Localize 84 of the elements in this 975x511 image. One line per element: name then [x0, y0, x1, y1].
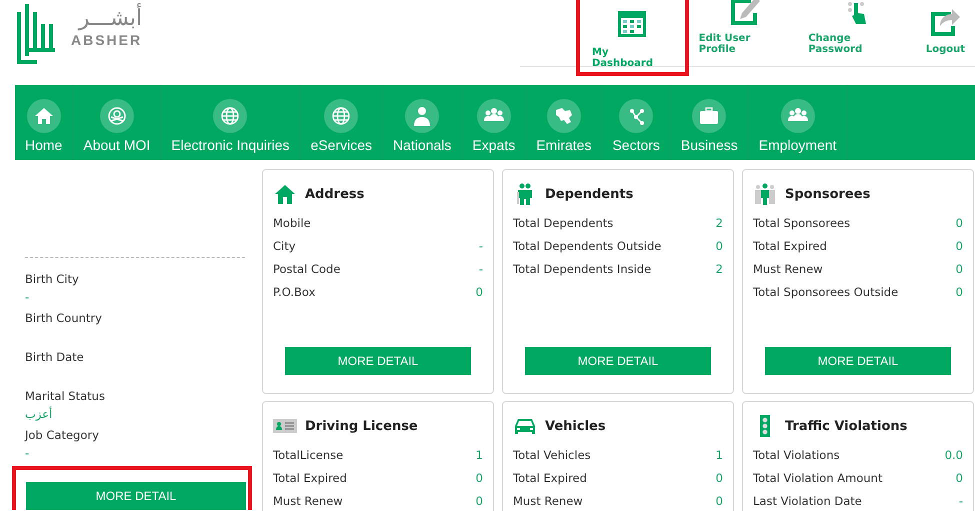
field-value: -: [25, 289, 30, 306]
nav-item[interactable]: Expats: [462, 85, 526, 160]
row-label: Total Expired: [273, 470, 347, 487]
nav-item[interactable]: Emirates: [526, 85, 602, 160]
row-label: Total Sponsorees Outside: [753, 284, 898, 301]
top-menu-link[interactable]: Change Password: [800, 0, 916, 66]
more-detail-button[interactable]: MORE DETAIL: [525, 347, 711, 375]
row-label: Total Expired: [753, 238, 827, 255]
globe-icon: [213, 99, 248, 133]
field-value: -: [25, 445, 30, 462]
home-icon: [26, 99, 61, 133]
row-value: 0: [716, 493, 723, 510]
top-menu-link[interactable]: My Dashboard: [576, 0, 689, 76]
row-label: Must Renew: [753, 261, 823, 278]
card-title: Sponsorees: [785, 186, 870, 202]
globe-icon: [324, 99, 358, 133]
top-menu-link[interactable]: Logout: [918, 4, 974, 66]
nav-item[interactable]: Electronic Inquiries: [161, 85, 301, 160]
row-value: -: [478, 238, 483, 255]
person-icon: [405, 99, 440, 133]
field-label: Birth Date: [25, 349, 85, 366]
row-label: Total Dependents Outside: [513, 238, 662, 255]
row-value: -: [478, 261, 483, 278]
row-label: Must Renew: [273, 493, 343, 510]
more-detail-button[interactable]: MORE DETAIL: [765, 347, 951, 375]
people-icon: [780, 99, 815, 133]
map-icon: [546, 99, 581, 133]
field-label: Marital Status: [25, 388, 106, 405]
row-label: Total Sponsorees: [753, 215, 850, 232]
field-value: أعزب: [25, 406, 54, 423]
row-value: 0: [956, 284, 963, 301]
row-value: 0: [476, 493, 483, 510]
emblem-icon: [100, 99, 134, 133]
row-label: Total Dependents: [513, 215, 614, 232]
field-label: Job Category: [25, 427, 100, 444]
row-label: TotalLicense: [273, 447, 344, 464]
logo-text: ABSHER: [71, 32, 142, 48]
row-value: 0: [956, 261, 963, 278]
briefcase-icon: [692, 99, 726, 133]
people-icon: [476, 99, 511, 133]
row-value: 2: [716, 215, 723, 232]
row-label: Total Expired: [513, 470, 587, 487]
row-value: 0: [716, 238, 723, 255]
row-value: 0: [956, 470, 963, 487]
row-label: P.O.Box: [273, 284, 316, 301]
row-label: Total Violation Amount: [753, 470, 882, 487]
row-value: 1: [476, 447, 483, 464]
people-icon: [753, 182, 777, 206]
nav-item[interactable]: Business: [670, 85, 749, 160]
nav-item[interactable]: Sectors: [602, 85, 671, 160]
network-icon: [619, 99, 654, 133]
row-value: 0.0: [944, 447, 963, 464]
row-value: 0: [476, 284, 483, 301]
row-value: -: [958, 493, 963, 510]
field-label: Birth City: [25, 271, 80, 288]
row-value: 0: [476, 470, 483, 487]
more-detail-button[interactable]: MORE DETAIL: [285, 347, 471, 375]
row-value: 1: [716, 447, 723, 464]
top-menu-link[interactable]: Edit User Profile: [690, 0, 798, 66]
row-label: Postal Code: [273, 261, 340, 278]
field-label: Birth Country: [25, 310, 103, 327]
nav-item[interactable]: Employment: [748, 85, 848, 160]
more-detail-button[interactable]: MORE DETAIL: [26, 482, 246, 510]
nav-item[interactable]: About MOI: [73, 85, 162, 160]
row-label: Total Violations: [753, 447, 840, 464]
card-title: Address: [305, 186, 364, 202]
row-value: 0: [956, 238, 963, 255]
card-title: Vehicles: [545, 418, 606, 434]
card-title: Driving License: [305, 418, 418, 434]
nav-item[interactable]: Nationals: [383, 85, 462, 160]
row-value: 2: [716, 261, 723, 278]
card-title: Dependents: [545, 186, 634, 202]
nav-item[interactable]: eServices: [300, 85, 384, 160]
row-value: 0: [716, 470, 723, 487]
row-label: Last Violation Date: [753, 493, 862, 510]
row-label: Mobile: [273, 215, 311, 232]
house-icon: [273, 182, 297, 206]
nav-item[interactable]: Home: [15, 85, 74, 160]
row-label: Total Vehicles: [513, 447, 591, 464]
row-label: Total Dependents Inside: [513, 261, 652, 278]
row-value: 0: [956, 215, 963, 232]
row-label: Must Renew: [513, 493, 583, 510]
card-title: Traffic Violations: [785, 418, 908, 434]
row-label: City: [273, 238, 296, 255]
